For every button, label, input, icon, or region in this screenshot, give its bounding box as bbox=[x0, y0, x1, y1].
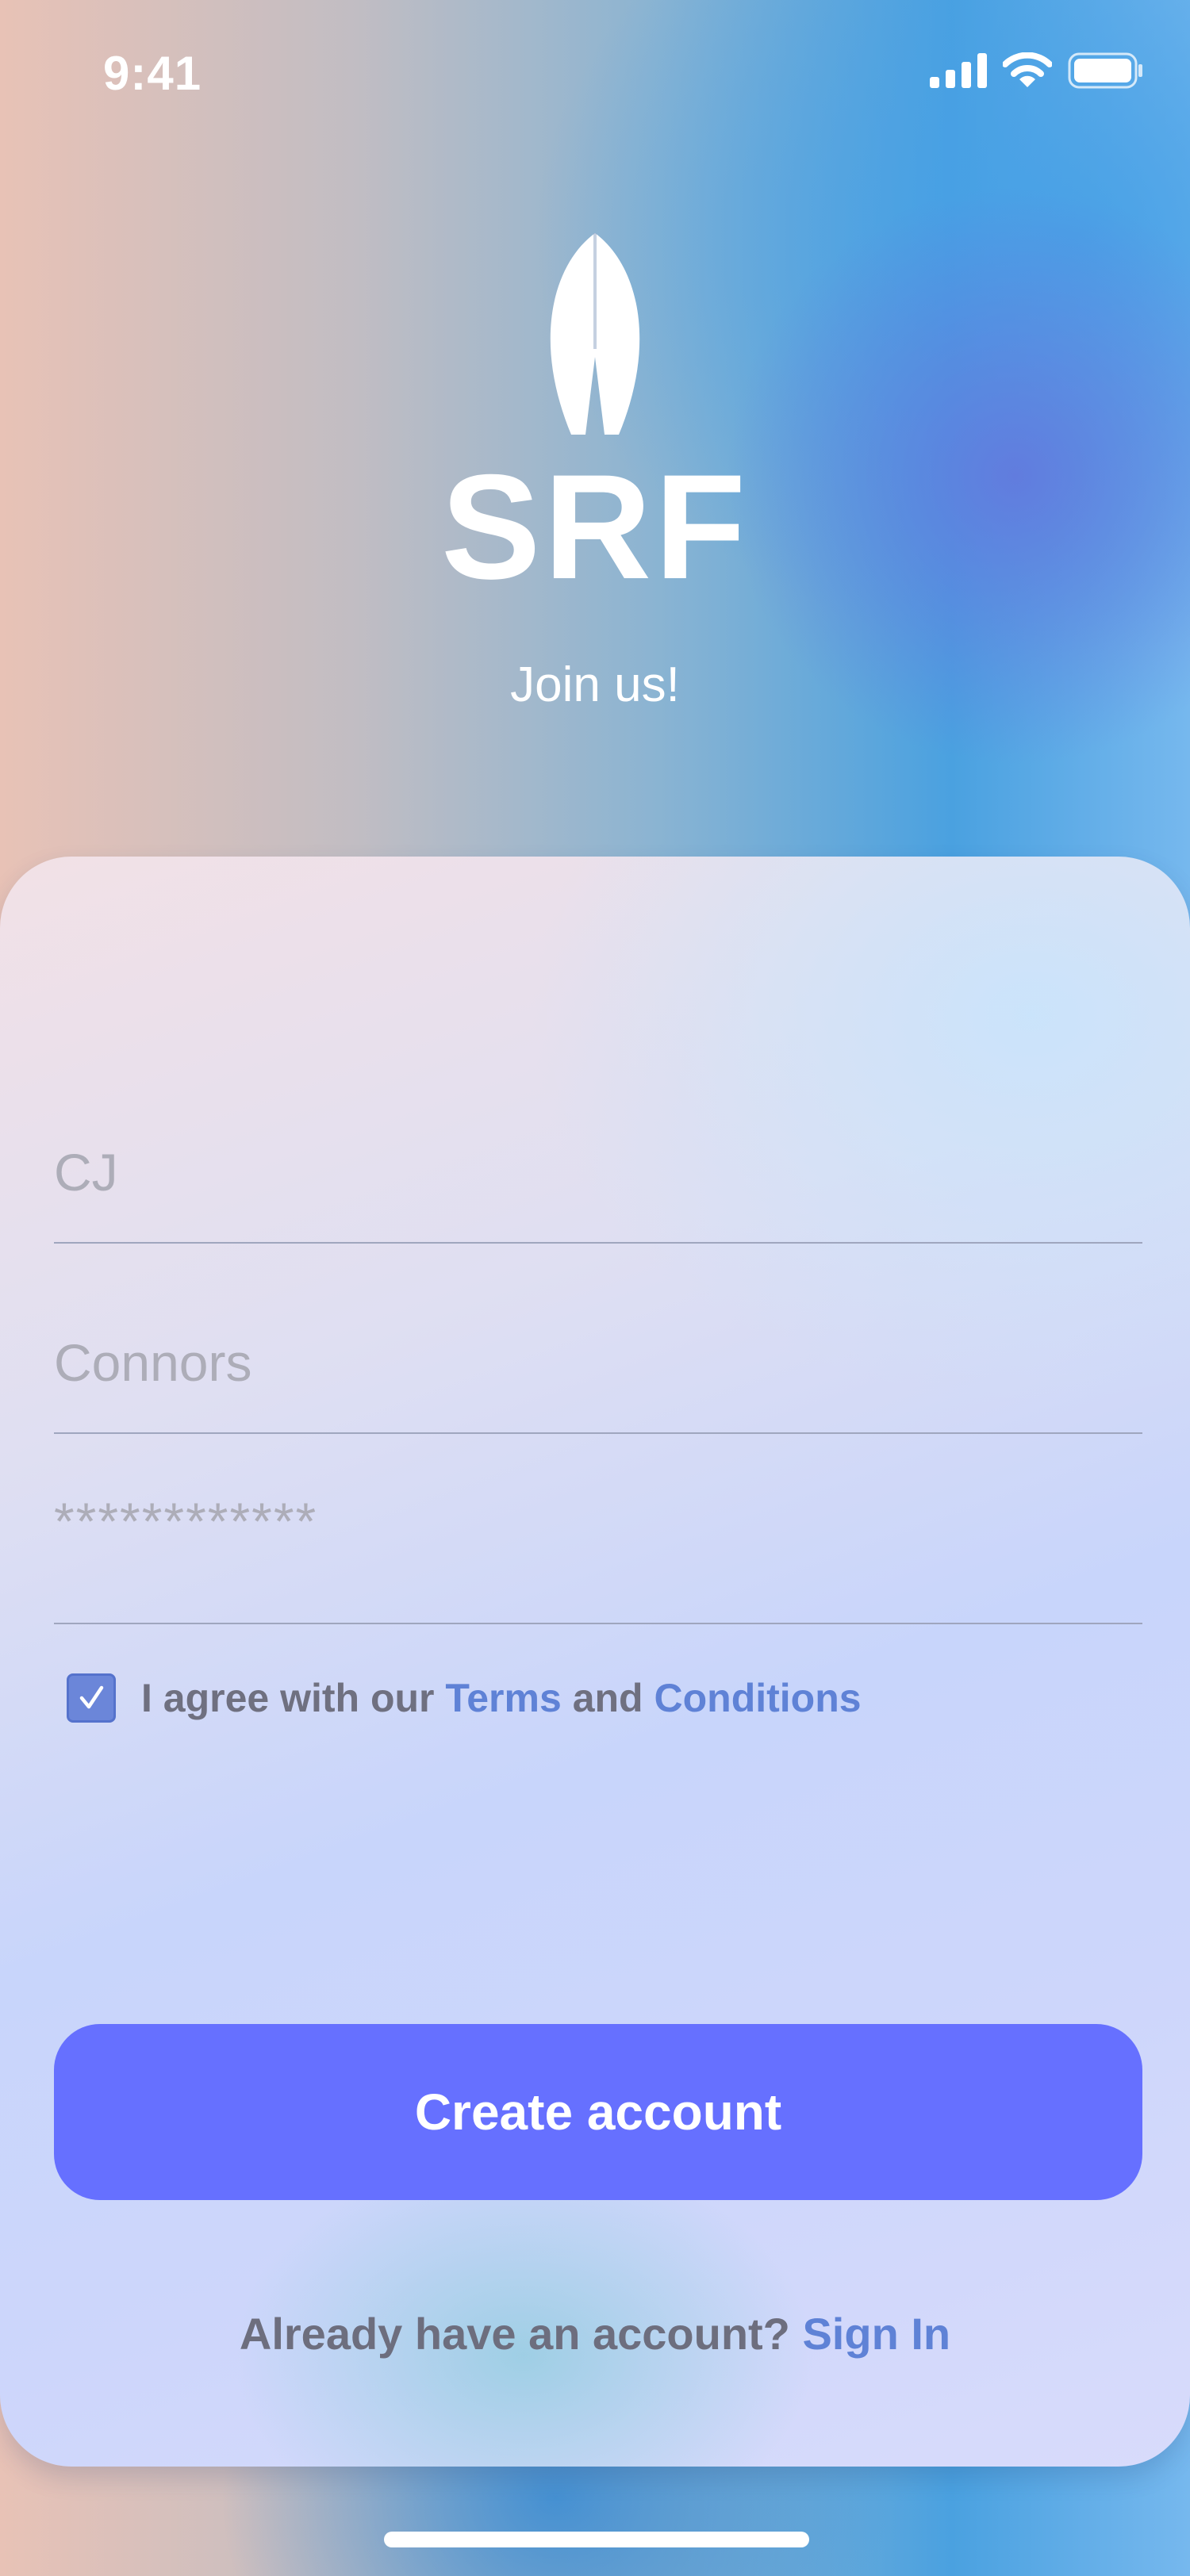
agree-conjunction: and bbox=[572, 1676, 643, 1720]
password-field[interactable]: ************ bbox=[54, 1432, 1142, 1624]
password-value: ************ bbox=[54, 1492, 318, 1551]
agree-checkbox[interactable] bbox=[67, 1673, 116, 1723]
brand-name: SRF bbox=[441, 443, 749, 610]
create-account-button[interactable]: Create account bbox=[54, 2024, 1142, 2200]
leaf-icon bbox=[550, 233, 640, 435]
first-name-field[interactable]: CJ bbox=[54, 1052, 1142, 1244]
battery-icon bbox=[1068, 52, 1144, 93]
terms-agreement: I agree with our Terms and Conditions bbox=[67, 1673, 862, 1723]
status-time: 9:41 bbox=[103, 47, 202, 100]
last-name-value: Connors bbox=[54, 1333, 252, 1392]
signup-card: CJ Connors ************ I agree with our… bbox=[0, 857, 1190, 2467]
brand-header: SRF Join us! bbox=[0, 230, 1190, 713]
checkmark-icon bbox=[79, 1685, 104, 1709]
cellular-signal-icon bbox=[930, 53, 987, 92]
terms-link[interactable]: Terms bbox=[445, 1676, 561, 1720]
wifi-icon bbox=[1002, 52, 1053, 93]
status-icons bbox=[930, 52, 1144, 93]
agree-prefix: I agree with our bbox=[141, 1676, 435, 1720]
signin-prompt: Already have an account? bbox=[239, 2309, 790, 2359]
last-name-field[interactable]: Connors bbox=[54, 1242, 1142, 1434]
signin-link[interactable]: Sign In bbox=[802, 2309, 950, 2359]
first-name-value: CJ bbox=[54, 1143, 118, 1202]
signin-row: Already have an account? Sign In bbox=[0, 2308, 1190, 2359]
conditions-link[interactable]: Conditions bbox=[654, 1676, 862, 1720]
agree-text: I agree with our Terms and Conditions bbox=[141, 1675, 862, 1721]
status-bar: 9:41 bbox=[0, 0, 1190, 143]
home-indicator[interactable] bbox=[384, 2532, 809, 2547]
tagline: Join us! bbox=[510, 657, 680, 712]
